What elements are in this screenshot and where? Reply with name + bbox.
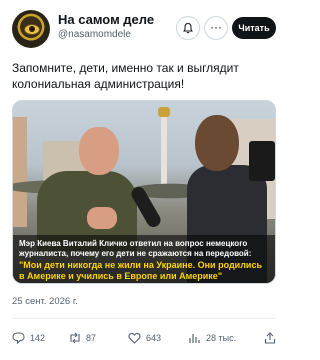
avatar[interactable] (12, 10, 50, 48)
share-icon (264, 332, 276, 344)
media-caption: Мэр Киева Виталий Кличко ответил на вопр… (13, 235, 275, 283)
author-block: На самом деле @nasamomdele (58, 12, 154, 42)
follow-button[interactable]: Читать (232, 17, 276, 39)
interviewee-figure (27, 127, 137, 251)
action-bar: 142 87 643 28 тыс. (12, 330, 276, 346)
views-count: 28 тыс. (206, 333, 237, 343)
retweet-count: 87 (86, 333, 97, 343)
more-button[interactable]: ··· (204, 16, 228, 40)
eye-logo-icon (24, 24, 40, 35)
bell-plus-icon (183, 22, 193, 34)
retweet-icon (70, 332, 80, 344)
tweet-text: Запомните, дети, именно так и выглядит к… (12, 61, 239, 91)
reply-icon (12, 332, 25, 344)
tweet-media[interactable]: Мэр Киева Виталий Кличко ответил на вопр… (12, 100, 276, 284)
reply-count: 142 (30, 333, 46, 343)
camera (249, 141, 275, 181)
monument-statue (158, 107, 170, 117)
like-icon (128, 332, 141, 344)
views-icon (189, 334, 200, 343)
tweet-date[interactable]: 25 сент. 2026 г. (12, 296, 78, 307)
caption-white-text: Мэр Киева Виталий Кличко ответил на вопр… (19, 239, 252, 258)
caption-quote-text: "Мои дети никогда не жили на Украине. Он… (19, 260, 262, 281)
display-name[interactable]: На самом деле (58, 12, 154, 28)
divider (12, 318, 276, 319)
handle[interactable]: @nasamomdele (58, 28, 154, 42)
notify-button[interactable] (176, 16, 200, 40)
tweet-header: На самом деле @nasamomdele ··· Читать (12, 10, 276, 50)
like-count: 643 (146, 333, 162, 343)
